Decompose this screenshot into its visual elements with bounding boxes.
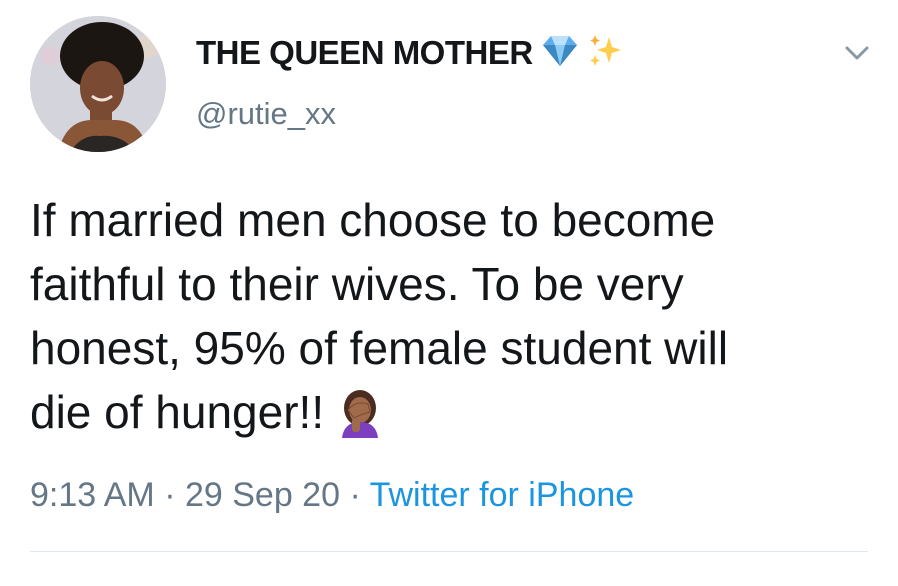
divider [30, 551, 868, 552]
tweet-meta: 9:13 AM · 29 Sep 20 · Twitter for iPhone [30, 476, 634, 515]
meta-separator: · [340, 476, 370, 514]
facepalm-icon [336, 388, 384, 454]
handle[interactable]: @rutie_xx [196, 96, 336, 132]
tweet-text: If married men choose to become faithful… [30, 188, 880, 454]
sparkles-icon [587, 33, 623, 74]
tweet-text-line: faithful to their wives. To be very [30, 258, 684, 310]
gem-icon [541, 34, 579, 73]
tweet-text-line: die of hunger!! [30, 386, 325, 438]
tweet-text-line: honest, 95% of female student will [30, 322, 729, 374]
display-name[interactable]: THE QUEEN MOTHER [196, 34, 533, 72]
tweet-date[interactable]: 29 Sep 20 [185, 476, 340, 514]
tweet-text-line: If married men choose to become [30, 194, 716, 246]
tweet-time[interactable]: 9:13 AM [30, 476, 155, 514]
chevron-down-icon[interactable] [840, 40, 874, 66]
avatar[interactable] [30, 16, 166, 152]
meta-separator: · [154, 476, 185, 514]
tweet-text-line-last: die of hunger!! [30, 380, 880, 454]
source-link[interactable]: Twitter for iPhone [370, 476, 635, 514]
avatar-image [30, 16, 166, 152]
display-name-row: THE QUEEN MOTHER [196, 30, 623, 76]
